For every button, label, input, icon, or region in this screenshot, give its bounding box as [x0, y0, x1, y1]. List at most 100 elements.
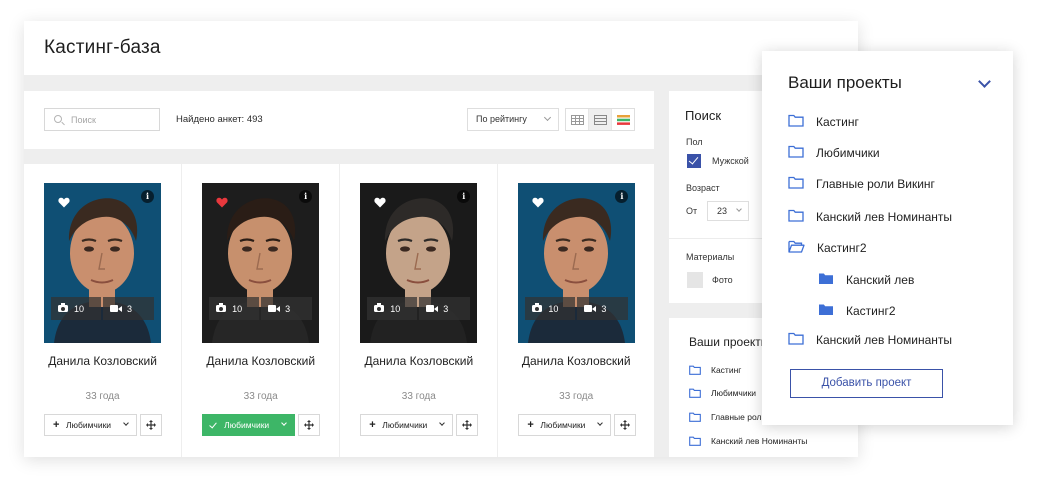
materials-photo-checkbox[interactable]: [687, 272, 703, 288]
heart-icon[interactable]: [216, 197, 228, 208]
move-to-project-button[interactable]: [140, 414, 162, 436]
photos-count-badge: 10: [209, 297, 260, 320]
folder-outline-icon: [788, 145, 804, 161]
chevron-down-icon[interactable]: [978, 75, 991, 88]
folder-filled-icon: [818, 272, 834, 288]
project-item[interactable]: Кастинг2: [788, 239, 867, 257]
project-item-label: Любимчики: [816, 146, 880, 160]
actor-age: 33 года: [85, 391, 120, 402]
actor-age: 33 года: [401, 391, 436, 402]
chevron-down-icon: [597, 420, 604, 426]
camera-icon: [374, 303, 385, 312]
move-to-project-button[interactable]: [614, 414, 637, 436]
chevron-down-icon: [281, 420, 287, 426]
projects-sidebar-item-label: Кастинг: [711, 365, 742, 375]
project-subitem[interactable]: Канский лев: [818, 271, 914, 289]
add-to-favorites-button[interactable]: + Любимчики: [360, 414, 454, 436]
check-icon: [209, 420, 217, 429]
actor-age: 33 года: [243, 391, 278, 402]
move-icon: [304, 420, 315, 430]
folder-outline-icon: [689, 412, 701, 422]
project-item-label: Кастинг2: [846, 304, 896, 318]
video-camera-icon: [584, 305, 593, 312]
actor-cards-grid: i 10 3 Данила Козловский 33 года + Любим…: [24, 164, 654, 457]
materials-label: Материалы: [686, 252, 735, 262]
video-camera-icon: [268, 305, 277, 312]
project-item[interactable]: Канский лев Номинанты: [788, 208, 952, 226]
projects-sidebar-item[interactable]: Канский лев Номинанты: [689, 436, 807, 446]
move-icon: [462, 420, 473, 430]
project-item-label: Канский лев: [846, 273, 915, 287]
photos-count: 10: [390, 303, 401, 314]
results-count: Найдено анкет: 493: [176, 114, 263, 125]
videos-count: 3: [127, 303, 133, 314]
videos-count: 3: [285, 303, 291, 314]
folder-filled-icon: [818, 303, 834, 319]
actor-card[interactable]: i 10 3 Данила Козловский 33 года + Любим…: [24, 164, 182, 457]
chevron-down-icon: [543, 113, 552, 122]
projects-sidebar-item[interactable]: Любимчики: [689, 388, 756, 398]
add-to-favorites-button[interactable]: Любимчики: [202, 414, 296, 436]
projects-sidebar-title: Ваши проекты: [689, 335, 770, 349]
actor-name[interactable]: Данила Козловский: [24, 354, 181, 369]
videos-count-badge: 3: [577, 297, 629, 320]
project-item-label: Главные роли Викинг: [816, 177, 935, 191]
sort-select-value: По рейтингу: [476, 114, 527, 124]
search-icon: [54, 115, 62, 123]
project-subitem[interactable]: Кастинг2: [818, 302, 896, 320]
results-toolbar: Найдено анкет: 493 По рейтингу: [24, 91, 654, 149]
actor-card[interactable]: i 10 3 Данила Козловский 33 года + Любим…: [340, 164, 498, 457]
list-view-button[interactable]: [589, 109, 612, 130]
gender-male-label: Мужской: [712, 156, 749, 166]
actor-age: 33 года: [559, 391, 594, 402]
projects-dropdown-popup: Ваши проекты Кастинг Любимчики Главные рол…: [762, 51, 1013, 425]
move-to-project-button[interactable]: [298, 414, 321, 436]
folder-outline-icon: [788, 114, 804, 130]
search-input[interactable]: [71, 112, 155, 127]
search-panel-title: Поиск: [685, 108, 722, 123]
videos-count: 3: [601, 303, 607, 314]
heart-icon[interactable]: [58, 197, 70, 208]
actor-card[interactable]: i 10 3 Данила Козловский 33 года + Любим…: [498, 164, 654, 457]
photos-count-badge: 10: [525, 297, 576, 320]
folder-outline-icon: [689, 365, 701, 375]
projects-sidebar-item-label: Любимчики: [711, 388, 757, 398]
projects-sidebar-item[interactable]: Кастинг: [689, 365, 741, 375]
info-icon[interactable]: i: [141, 190, 154, 203]
project-item[interactable]: Кастинг: [788, 113, 859, 131]
favorites-label: Любимчики: [382, 420, 428, 430]
actor-name[interactable]: Данила Козловский: [340, 354, 497, 369]
actor-card[interactable]: i 10 3 Данила Козловский 33 года Любимчи…: [182, 164, 340, 457]
actor-name[interactable]: Данила Козловский: [182, 354, 339, 369]
actor-name[interactable]: Данила Козловский: [498, 354, 654, 369]
casting-base-window: Кастинг-база Найдено анкет: 493 По рейти…: [24, 21, 858, 457]
project-item[interactable]: Канский лев Номинанты: [788, 331, 952, 349]
photos-count: 10: [232, 303, 243, 314]
grid-view-button[interactable]: [566, 109, 589, 130]
add-project-button[interactable]: Добавить проект: [790, 369, 943, 398]
view-mode-switch: [565, 108, 635, 131]
add-to-favorites-button[interactable]: + Любимчики: [44, 414, 137, 436]
camera-icon: [58, 303, 68, 312]
move-icon: [620, 420, 631, 430]
page-title: Кастинг-база: [44, 37, 161, 58]
projects-sidebar-item-label: Канский лев Номинанты: [711, 436, 808, 446]
projects-popup-title: Ваши проекты: [788, 73, 902, 92]
age-from-select[interactable]: 23: [707, 201, 749, 221]
chevron-down-icon: [123, 420, 129, 426]
age-from-value: 23: [717, 206, 728, 216]
heart-icon[interactable]: [532, 197, 544, 208]
heart-icon[interactable]: [374, 197, 386, 208]
move-to-project-button[interactable]: [456, 414, 479, 436]
colored-list-view-button[interactable]: [612, 109, 634, 130]
project-item-label: Кастинг: [816, 115, 859, 129]
age-label: Возраст: [686, 183, 720, 193]
search-box[interactable]: [44, 108, 160, 131]
add-to-favorites-button[interactable]: + Любимчики: [518, 414, 612, 436]
project-item[interactable]: Главные роли Викинг: [788, 175, 935, 193]
video-camera-icon: [110, 305, 118, 312]
gender-male-checkbox[interactable]: [687, 154, 701, 168]
plus-icon: +: [527, 419, 534, 431]
project-item[interactable]: Любимчики: [788, 144, 880, 162]
sort-select[interactable]: По рейтингу: [467, 108, 559, 131]
